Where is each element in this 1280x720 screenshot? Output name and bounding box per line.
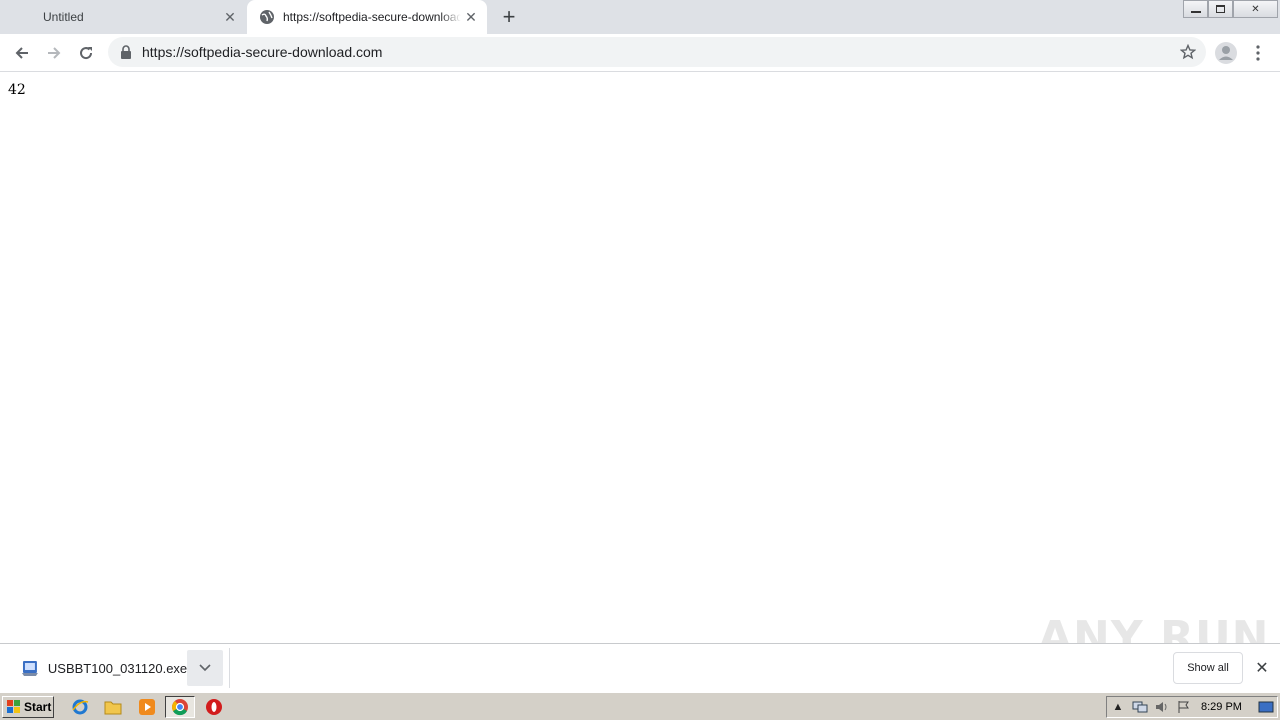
explorer-taskbar-icon[interactable] [103,697,123,717]
action-center-flag-icon[interactable] [1173,697,1195,717]
address-bar[interactable]: https://softpedia-secure-download.com [108,37,1206,67]
page-content: 42 [0,73,1280,643]
download-shelf: USBBT100_031120.exe Show all ✕ [0,643,1280,692]
start-button[interactable]: Start [2,696,54,718]
profile-avatar-icon[interactable] [1214,41,1238,65]
tab-title: Untitled [43,10,84,24]
close-shelf-icon[interactable]: ✕ [1252,658,1272,678]
download-options-button[interactable] [187,650,223,686]
start-label: Start [24,700,52,714]
close-window-button[interactable]: ✕ [1233,0,1278,18]
star-icon [1180,44,1196,60]
tab-untitled[interactable]: Untitled ✕ [0,0,246,34]
forward-button[interactable] [40,39,68,67]
reload-button[interactable] [72,39,100,67]
volume-icon[interactable] [1151,697,1173,717]
download-item[interactable]: USBBT100_031120.exe [8,648,230,688]
tab-softpedia[interactable]: https://softpedia-secure-download.com ✕ [247,0,487,34]
url-text[interactable]: https://softpedia-secure-download.com [142,44,1174,60]
restore-icon [1216,5,1225,13]
system-tray: ▲ 8:29 PM [1106,696,1278,718]
arrow-right-icon [48,47,61,59]
chevron-down-icon [199,664,211,672]
network-icon[interactable] [1129,697,1151,717]
show-hidden-icons-icon[interactable]: ▲ [1107,697,1129,717]
restore-button[interactable] [1208,0,1233,18]
chrome-taskbar-icon[interactable] [165,696,195,718]
minimize-icon [1190,11,1201,13]
windows-taskbar: Start ▲ 8:29 PM [0,692,1280,720]
window-controls: ✕ [1183,0,1278,18]
media-player-icon [139,699,155,715]
installer-file-icon [21,661,38,676]
minimize-button[interactable] [1183,0,1208,18]
download-filename: USBBT100_031120.exe [47,660,188,676]
close-icon: ✕ [1251,3,1260,15]
windows-logo-icon [7,700,20,713]
arrow-left-icon [15,47,28,59]
back-button[interactable] [8,39,36,67]
lock-icon[interactable] [120,45,132,59]
show-all-button[interactable]: Show all [1173,652,1243,684]
browser-toolbar: https://softpedia-secure-download.com [0,34,1280,72]
opera-icon [206,699,222,715]
media-player-taskbar-icon[interactable] [137,697,157,717]
new-tab-button[interactable]: + [497,5,521,29]
globe-icon [260,10,274,24]
page-body-text: 42 [8,82,26,98]
system-clock[interactable]: 8:29 PM [1201,701,1255,713]
show-desktop-icon[interactable] [1255,697,1277,717]
tab-strip: Untitled ✕ https://softpedia-secure-down… [0,0,1280,34]
tab-title: https://softpedia-secure-download.com [283,10,461,24]
chrome-icon [172,699,188,716]
ie-taskbar-icon[interactable] [70,697,90,717]
opera-taskbar-icon[interactable] [204,697,224,717]
bookmark-button[interactable] [1174,38,1202,66]
internet-explorer-icon [72,699,89,715]
tab-close-icon[interactable]: ✕ [461,7,481,27]
folder-icon [104,701,122,715]
tab-close-icon[interactable]: ✕ [220,7,240,27]
kebab-menu-icon [1256,45,1260,61]
reload-icon [80,47,93,60]
menu-button[interactable] [1250,41,1266,65]
